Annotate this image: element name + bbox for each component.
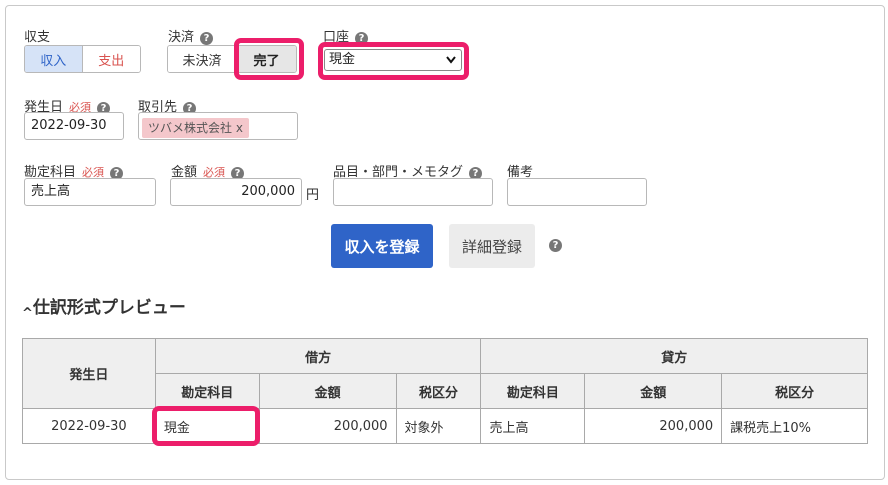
th-debit-account: 勘定科目 — [154, 373, 260, 409]
account-highlight — [318, 42, 469, 80]
journal-preview-table: 発生日 借方 貸方 勘定科目 金額 税区分 勘定科目 金額 税区分 2022-0… — [22, 338, 868, 444]
help-icon[interactable]: ? — [549, 239, 562, 252]
preview-title: 仕訳形式プレビュー — [32, 298, 186, 318]
partner-tag[interactable]: ツバメ株式会社 x — [142, 118, 249, 138]
cell-debit-amount: 200,000 — [258, 408, 397, 444]
th-credit-tax: 税区分 — [721, 373, 868, 409]
table-row: 2022-09-30 現金 200,000 対象外 売上高 200,000 課税… — [22, 408, 868, 444]
balance-toggle: 収入 支出 — [24, 45, 141, 73]
partner-input[interactable]: ツバメ株式会社 x — [138, 112, 298, 140]
cell-credit-amount: 200,000 — [584, 408, 723, 444]
th-date: 発生日 — [22, 338, 156, 409]
th-debit-amount: 金額 — [258, 373, 397, 409]
item-tags-input[interactable] — [333, 178, 493, 206]
settlement-label: 決済? — [168, 26, 214, 45]
debit-account-highlight — [152, 406, 260, 446]
settlement-label-text: 決済 — [168, 30, 195, 45]
remarks-input[interactable] — [507, 178, 647, 206]
table-header-row: 発生日 借方 貸方 — [22, 338, 868, 409]
th-credit: 貸方 — [480, 338, 868, 374]
account-item-input[interactable]: 売上高 — [24, 178, 156, 206]
register-income-button[interactable]: 収入を登録 — [331, 224, 433, 268]
detail-register-button[interactable]: 詳細登録 — [449, 224, 535, 268]
th-credit-amount: 金額 — [584, 373, 723, 409]
help-icon[interactable]: ? — [200, 32, 214, 45]
expense-option[interactable]: 支出 — [82, 46, 140, 72]
issue-date-input[interactable]: 2022-09-30 — [24, 112, 124, 140]
th-debit: 借方 — [154, 338, 482, 374]
cell-credit-tax: 課税売上10% — [721, 408, 868, 444]
income-option[interactable]: 収入 — [25, 46, 83, 72]
completed-highlight — [234, 38, 304, 80]
preview-heading[interactable]: ^仕訳形式プレビュー — [22, 293, 186, 321]
cell-credit-account: 売上高 — [480, 408, 586, 444]
amount-unit: 円 — [306, 188, 320, 203]
unsettled-option[interactable]: 未決済 — [168, 46, 237, 72]
cell-date: 2022-09-30 — [22, 408, 156, 444]
balance-label: 収支 — [24, 30, 51, 45]
th-debit-tax: 税区分 — [395, 373, 482, 409]
amount-input[interactable]: 200,000 — [170, 178, 302, 206]
th-credit-account: 勘定科目 — [480, 373, 586, 409]
cell-debit-tax: 対象外 — [395, 408, 482, 444]
collapse-caret-icon[interactable]: ^ — [22, 306, 33, 321]
